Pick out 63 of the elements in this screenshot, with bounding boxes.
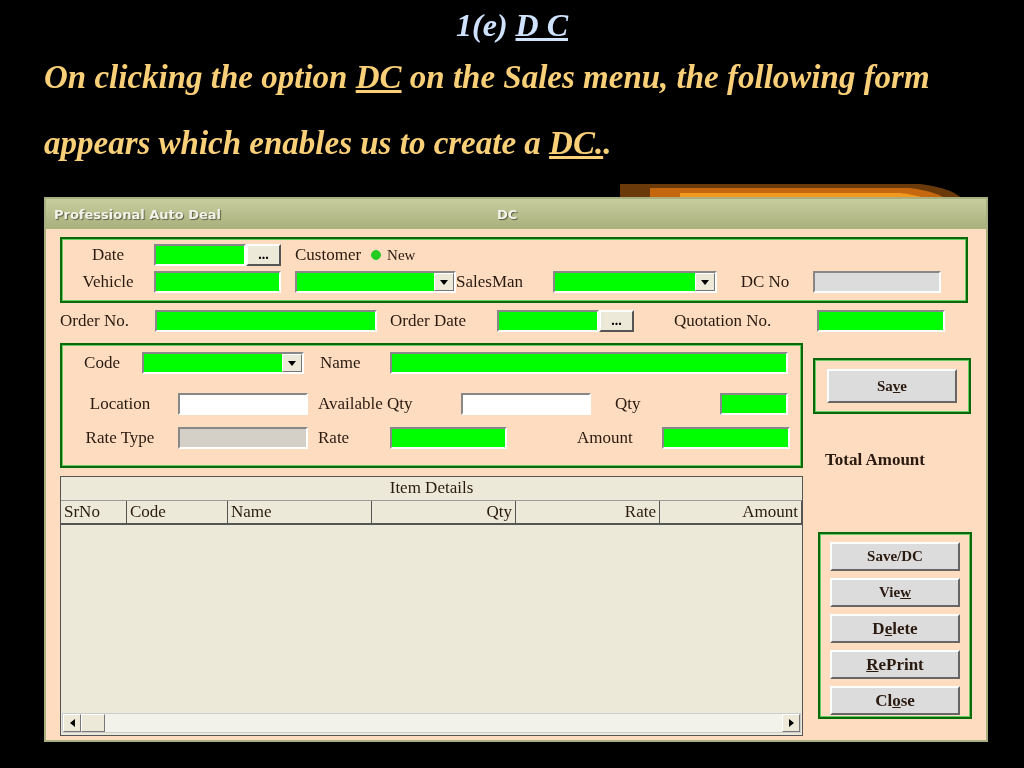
input-field[interactable] xyxy=(817,310,945,332)
input-field[interactable] xyxy=(178,393,308,415)
input-field[interactable] xyxy=(154,271,281,293)
slide-title: 1(e) D C xyxy=(455,6,570,44)
input-field[interactable] xyxy=(461,393,591,415)
column-header: Code xyxy=(127,501,228,523)
scroll-thumb[interactable] xyxy=(81,714,105,732)
field-label: Location xyxy=(88,394,152,414)
slide-paragraph: On clicking the option DC on the Sales menu, the following form appears which enables us to create a DC.. xyxy=(44,58,931,163)
action-button[interactable]: Close xyxy=(830,686,960,715)
field-label: Qty xyxy=(615,394,642,414)
radio-button[interactable] xyxy=(371,250,382,260)
radio-label: New xyxy=(387,246,416,264)
input-field[interactable] xyxy=(155,310,377,332)
input-field[interactable] xyxy=(390,427,507,449)
field-label: Rate Type xyxy=(84,428,156,448)
input-field[interactable] xyxy=(390,352,788,374)
field-label: Quotation No. xyxy=(674,311,773,331)
input-field[interactable] xyxy=(497,310,599,332)
field-label: Date xyxy=(90,245,126,265)
right-arrow-icon xyxy=(788,719,794,727)
field-label: SalesMan xyxy=(456,272,525,292)
left-arrow-icon xyxy=(69,719,75,727)
column-header: SrNo xyxy=(61,501,127,523)
field-label: Amount xyxy=(577,428,634,448)
field-label: DC No xyxy=(739,272,791,292)
action-button[interactable]: Save/DC xyxy=(830,542,960,571)
date-picker-button[interactable]: ... xyxy=(246,244,281,266)
column-header: Amount xyxy=(660,501,802,523)
input-field[interactable] xyxy=(662,427,790,449)
column-header: Name xyxy=(228,501,372,523)
dropdown-field[interactable] xyxy=(553,271,717,293)
caret-icon xyxy=(288,360,296,366)
action-button[interactable]: View xyxy=(830,578,960,607)
input-field[interactable] xyxy=(178,427,308,449)
input-field[interactable] xyxy=(720,393,788,415)
field-label: Vehicle xyxy=(81,272,135,292)
field-label: Code xyxy=(83,353,121,373)
field-label: Order No. xyxy=(60,311,130,331)
column-header: Qty xyxy=(372,501,516,523)
window-title: Professional Auto Deal xyxy=(54,206,222,222)
action-button[interactable]: RePrint xyxy=(830,650,960,679)
scrollbar[interactable] xyxy=(62,713,801,733)
field-label: Name xyxy=(320,353,362,373)
field-label: Customer xyxy=(295,245,362,265)
dropdown-field[interactable] xyxy=(142,352,304,374)
action-button[interactable]: Delete xyxy=(830,614,960,643)
field-label: Order Date xyxy=(390,311,467,331)
window-caption: DC xyxy=(497,206,518,222)
save-button[interactable]: Save xyxy=(827,369,957,403)
field-label: Rate xyxy=(318,428,351,448)
total-amount-label: Total Amount xyxy=(825,450,926,470)
field-label: Available Qty xyxy=(318,394,414,414)
caret-icon xyxy=(701,279,709,285)
table-title: Item Details xyxy=(61,477,802,501)
caret-icon xyxy=(440,279,448,285)
scroll-left-button[interactable] xyxy=(63,714,81,732)
scroll-right-button[interactable] xyxy=(782,714,800,732)
dropdown-field[interactable] xyxy=(295,271,456,293)
input-field[interactable] xyxy=(813,271,941,293)
column-header: Rate xyxy=(516,501,660,523)
date-picker-button[interactable]: ... xyxy=(599,310,634,332)
input-field[interactable] xyxy=(154,244,246,266)
